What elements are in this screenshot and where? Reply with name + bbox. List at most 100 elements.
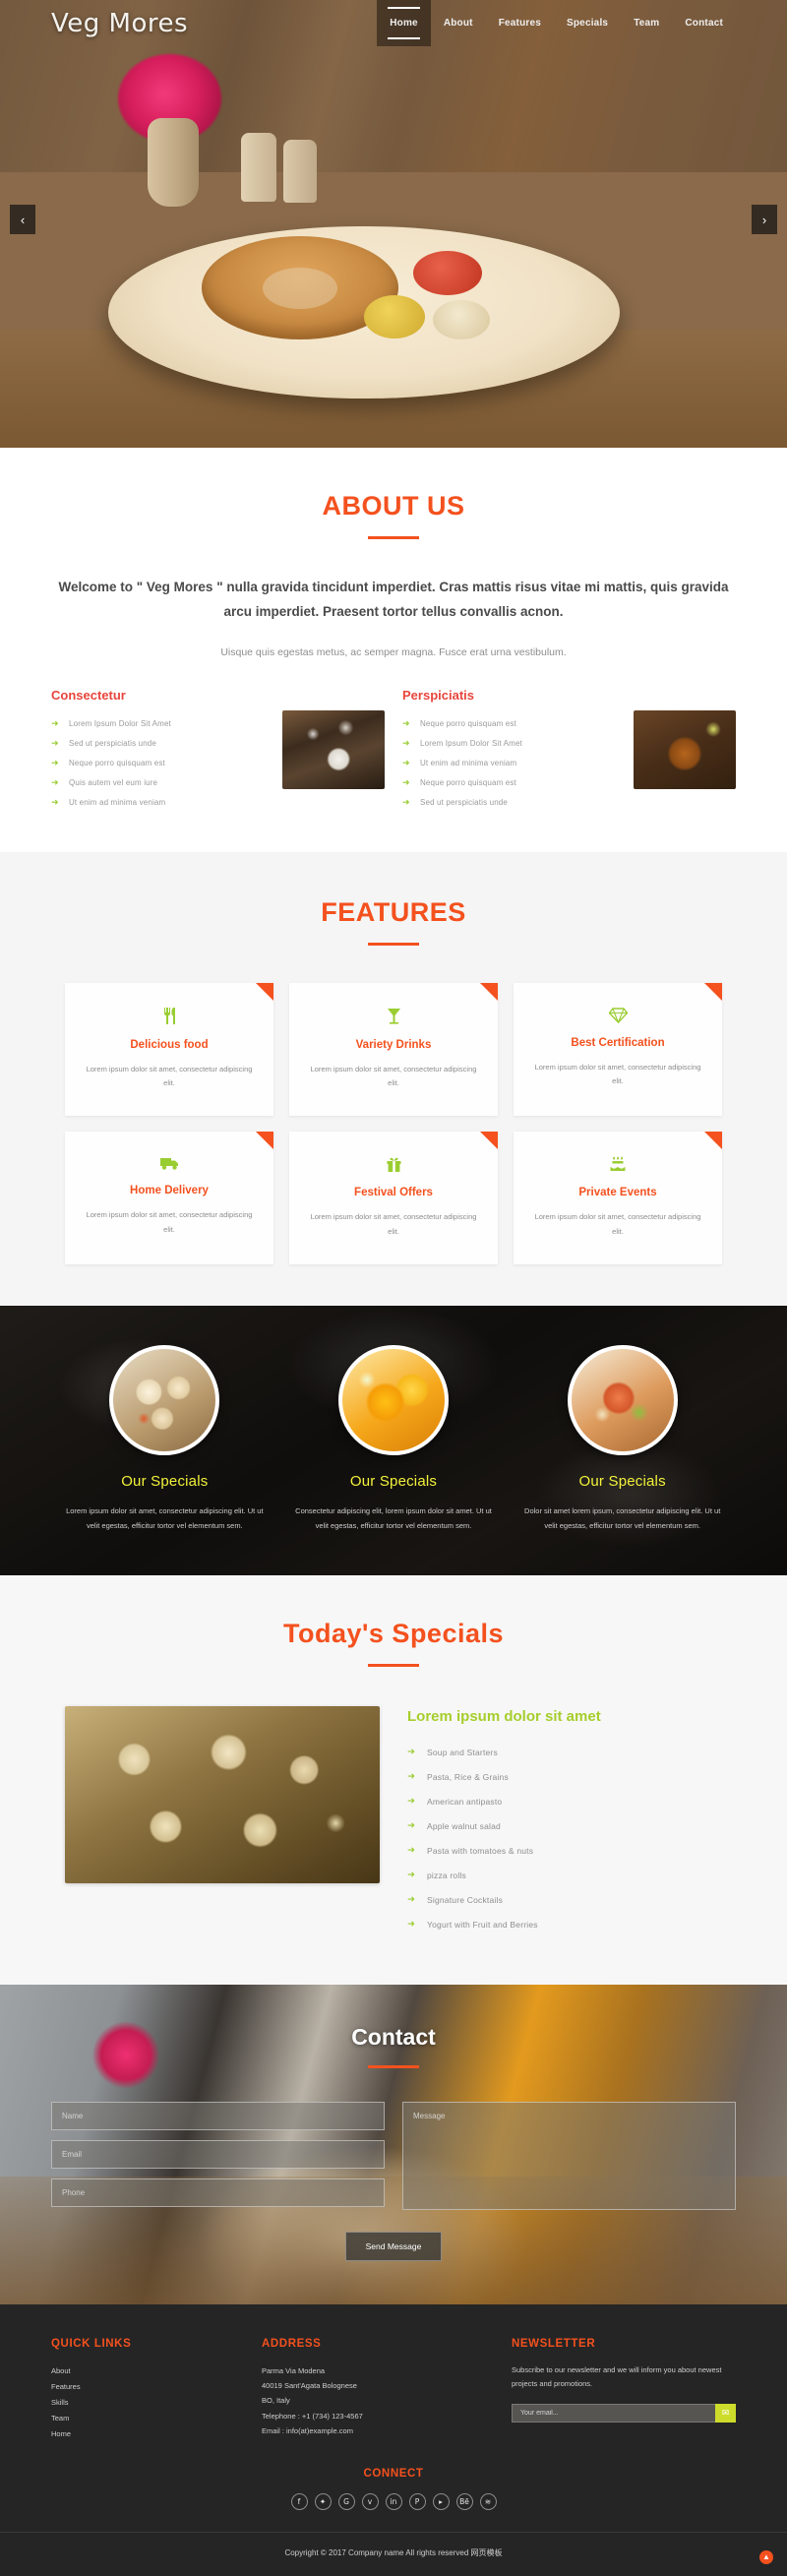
email-field[interactable]: [51, 2139, 385, 2169]
list-item: Neque porro quisquam est: [402, 773, 624, 793]
vimeo-icon[interactable]: v: [361, 2492, 379, 2510]
delivery-truck-icon: [83, 1155, 256, 1171]
list-item: Lorem Ipsum Dolor Sit Amet: [402, 734, 624, 754]
site-logo[interactable]: Veg Mores: [51, 9, 188, 38]
corner-ribbon: [256, 1132, 273, 1150]
feature-desc: Lorem ipsum dolor sit amet, consectetur …: [86, 1064, 253, 1088]
special-desc: Dolor sit amet lorem ipsum, consectetur …: [524, 1505, 721, 1531]
todays-specials-section: Today's Specials Lorem ipsum dolor sit a…: [0, 1574, 787, 1985]
youtube-icon[interactable]: ▸: [432, 2492, 450, 2510]
nav-item-contact[interactable]: Contact: [672, 0, 736, 46]
cocktail-glass-icon: [307, 1007, 480, 1025]
carousel-next-button[interactable]: ›: [752, 205, 777, 234]
our-specials-section: Our Specials Lorem ipsum dolor sit amet,…: [0, 1305, 787, 1575]
feature-title: Home Delivery: [130, 1185, 209, 1197]
list-item: Skills: [51, 2395, 238, 2411]
footer-links-list: About Features Skills Team Home: [51, 2363, 238, 2442]
main-navigation: Home About Features Specials Team Contac…: [377, 0, 736, 46]
footer-link-team[interactable]: Team: [51, 2411, 238, 2426]
name-field[interactable]: [51, 2101, 385, 2130]
send-message-button[interactable]: Send Message: [344, 2231, 443, 2261]
hero-garnish-lemon: [364, 295, 425, 338]
special-desc: Lorem ipsum dolor sit amet, consectetur …: [66, 1505, 264, 1531]
carousel-prev-button[interactable]: ‹: [10, 205, 35, 234]
hero-garnish-tomato: [413, 251, 482, 295]
special-title: Our Specials: [121, 1472, 209, 1490]
footer-link-skills[interactable]: Skills: [51, 2395, 238, 2411]
address-telephone: Telephone : +1 (734) 123-4567: [262, 2411, 363, 2421]
back-to-top-button[interactable]: ▲: [759, 2549, 773, 2564]
newsletter-submit-button[interactable]: ✉: [715, 2403, 736, 2423]
feature-card-festival-offers[interactable]: Festival Offers Lorem ipsum dolor sit am…: [289, 1132, 498, 1264]
nav-item-home[interactable]: Home: [377, 0, 431, 46]
list-item: Sed ut perspiciatis unde: [402, 793, 624, 813]
newsletter-email-input[interactable]: [512, 2403, 715, 2423]
contact-inner: Contact Send Message: [0, 2024, 787, 2261]
site-footer: QUICK LINKS About Features Skills Team H…: [0, 2303, 787, 2576]
about-list-2: Neque porro quisquam est Lorem Ipsum Dol…: [402, 714, 624, 813]
feature-desc: Lorem ipsum dolor sit amet, consectetur …: [86, 1210, 253, 1234]
nav-item-features[interactable]: Features: [486, 0, 554, 46]
message-field[interactable]: [402, 2101, 736, 2210]
list-item: pizza rolls: [407, 1864, 722, 1888]
feature-title: Variety Drinks: [355, 1038, 432, 1051]
footer-link-about[interactable]: About: [51, 2363, 238, 2379]
todays-specials-body: Lorem ipsum dolor sit amet Soup and Star…: [65, 1705, 722, 1937]
about-image-dining: [282, 710, 385, 790]
todays-specials-title: Today's Specials: [282, 1618, 504, 1648]
about-heading-1: Consectetur: [51, 687, 126, 703]
about-column-consectetur: Consectetur Lorem Ipsum Dolor Sit Amet S…: [51, 688, 385, 813]
list-item: Features: [51, 2379, 238, 2395]
corner-ribbon: [704, 1132, 722, 1150]
contact-title-rule: [368, 2064, 419, 2068]
about-sub-text: Uisque quis egestas metus, ac semper mag…: [220, 645, 567, 658]
phone-field[interactable]: [51, 2177, 385, 2207]
feature-card-private-events[interactable]: Private Events Lorem ipsum dolor sit ame…: [514, 1132, 722, 1264]
footer-connect: CONNECT f ✦ G v in P ▸ Bē ≋: [0, 2468, 787, 2510]
special-title: Our Specials: [578, 1472, 666, 1490]
rss-icon[interactable]: ≋: [479, 2492, 497, 2510]
nav-item-team[interactable]: Team: [621, 0, 672, 46]
features-title-rule: [368, 942, 419, 946]
twitter-icon[interactable]: ✦: [314, 2492, 332, 2510]
list-item: Soup and Starters: [407, 1741, 722, 1765]
todays-specials-rule: [368, 1663, 419, 1667]
feature-desc: Lorem ipsum dolor sit amet, consectetur …: [310, 1212, 477, 1236]
contact-form-right: [402, 2101, 736, 2210]
feature-card-home-delivery[interactable]: Home Delivery Lorem ipsum dolor sit amet…: [65, 1132, 273, 1264]
about-title-rule: [368, 536, 419, 539]
specials-grid: Our Specials Lorem ipsum dolor sit amet,…: [59, 1344, 728, 1534]
list-item: Quis autem vel eum iure: [51, 773, 272, 793]
linkedin-icon[interactable]: in: [385, 2492, 402, 2510]
contact-form-left: [51, 2101, 385, 2210]
gift-icon: [307, 1155, 480, 1173]
nav-item-about[interactable]: About: [431, 0, 486, 46]
feature-card-best-certification[interactable]: Best Certification Lorem ipsum dolor sit…: [514, 982, 722, 1117]
footer-quick-links: QUICK LINKS About Features Skills Team H…: [51, 2338, 238, 2442]
about-column-perspiciatis: Perspiciatis Neque porro quisquam est Lo…: [402, 688, 736, 813]
feature-card-delicious-food[interactable]: Delicious food Lorem ipsum dolor sit ame…: [65, 982, 273, 1117]
about-column-text-2: Perspiciatis Neque porro quisquam est Lo…: [402, 688, 624, 813]
behance-icon[interactable]: Bē: [455, 2492, 473, 2510]
about-column-text-1: Consectetur Lorem Ipsum Dolor Sit Amet S…: [51, 688, 272, 813]
special-item-2: Our Specials Consectetur adipiscing elit…: [288, 1344, 500, 1534]
feature-desc: Lorem ipsum dolor sit amet, consectetur …: [534, 1212, 701, 1236]
nav-item-specials[interactable]: Specials: [554, 0, 621, 46]
address-line-1: Parma Via Modena: [262, 2365, 326, 2375]
contact-section: Contact Send Message: [0, 1984, 787, 2304]
about-section: ABOUT US Welcome to " Veg Mores " nulla …: [0, 448, 787, 852]
list-item: Ut enim ad minima veniam: [402, 754, 624, 773]
about-columns: Consectetur Lorem Ipsum Dolor Sit Amet S…: [51, 688, 736, 813]
special-desc: Consectetur adipiscing elit, lorem ipsum…: [295, 1505, 492, 1531]
pinterest-icon[interactable]: P: [408, 2492, 426, 2510]
special-title: Our Specials: [349, 1472, 438, 1490]
todays-specials-image: [65, 1705, 380, 1883]
list-item: American antipasto: [407, 1790, 722, 1814]
feature-card-variety-drinks[interactable]: Variety Drinks Lorem ipsum dolor sit ame…: [289, 982, 498, 1117]
footer-link-features[interactable]: Features: [51, 2379, 238, 2395]
footer-link-home[interactable]: Home: [51, 2426, 238, 2442]
footer-address: ADDRESS Parma Via Modena 40019 Sant'Agat…: [262, 2338, 488, 2442]
facebook-icon[interactable]: f: [290, 2492, 308, 2510]
list-item: About: [51, 2363, 238, 2379]
google-plus-icon[interactable]: G: [337, 2492, 355, 2510]
